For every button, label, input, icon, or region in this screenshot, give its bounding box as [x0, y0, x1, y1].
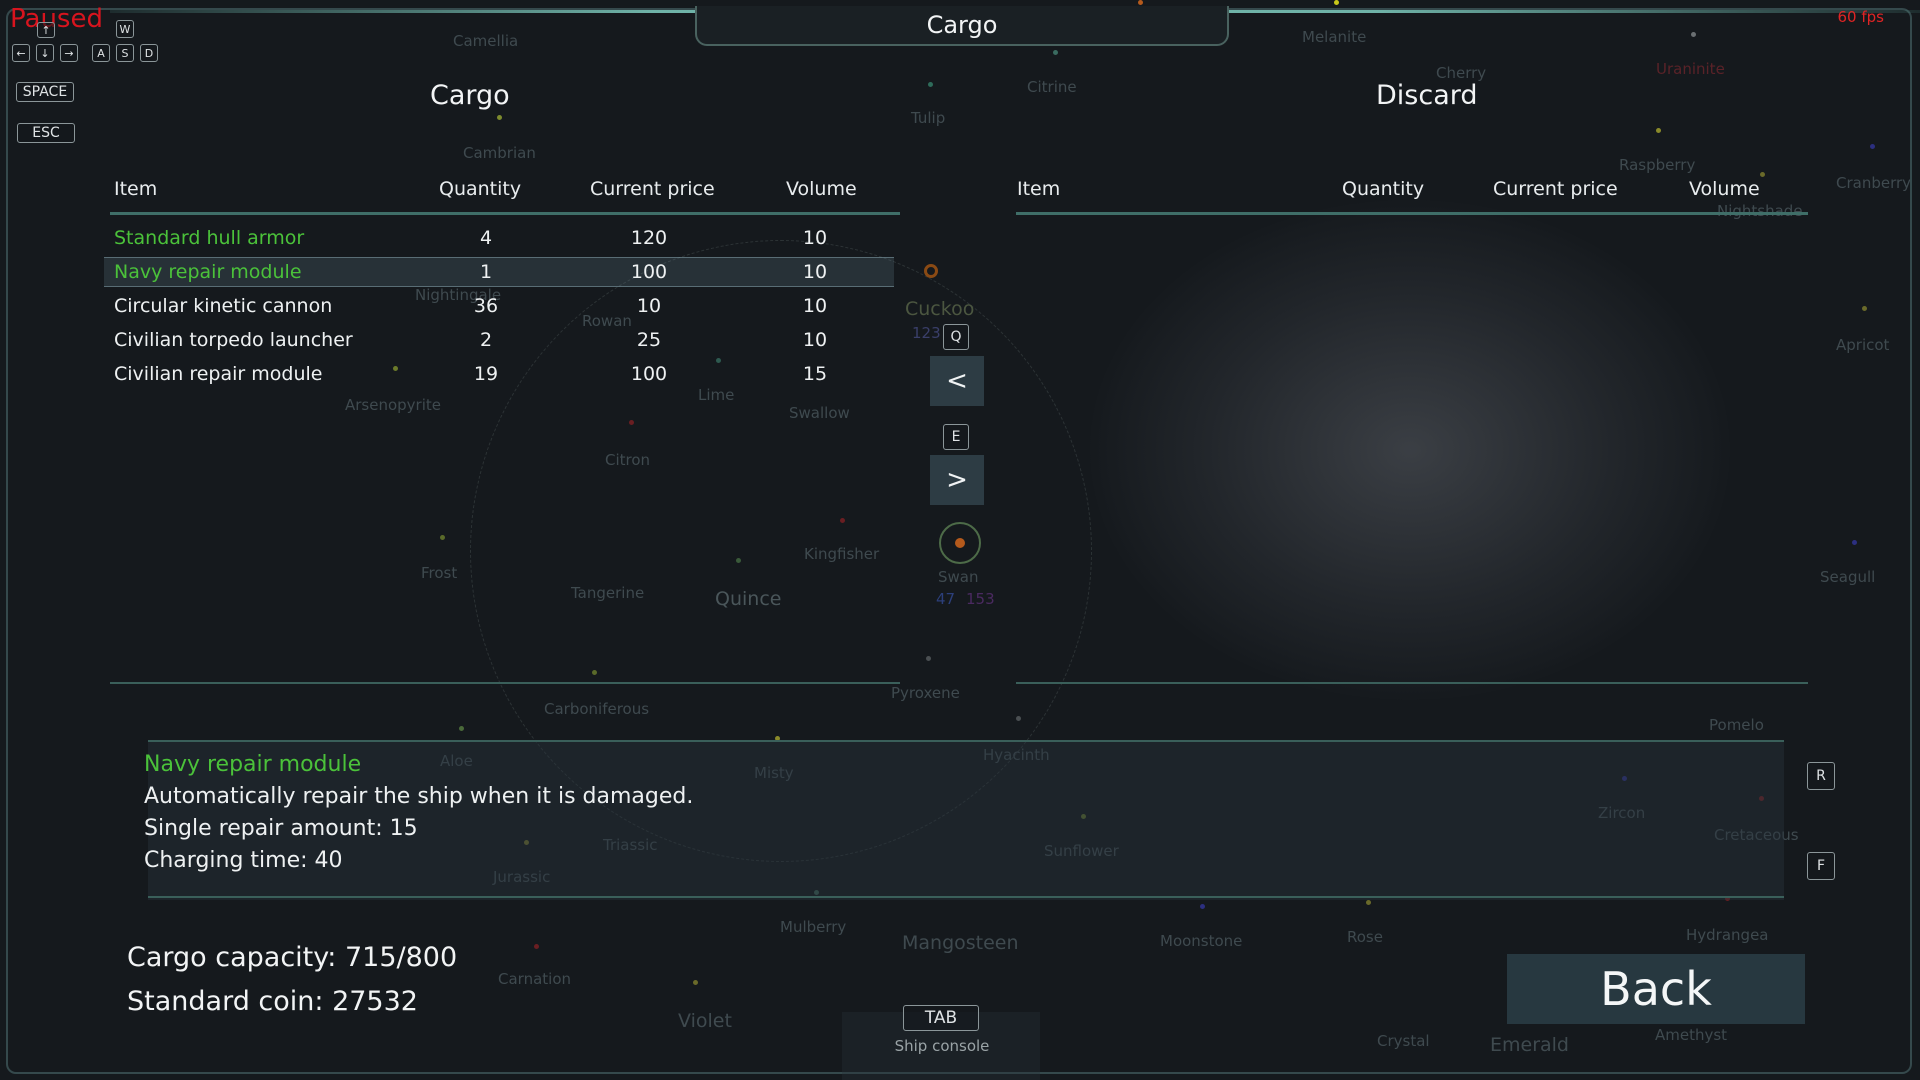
detail-stat-repair: Single repair amount: 15 — [144, 816, 418, 841]
key-up: ↑ — [37, 22, 55, 38]
key-a: A — [92, 44, 110, 62]
cargo-item-price: 10 — [636, 295, 662, 317]
detail-stat-charging: Charging time: 40 — [144, 848, 343, 873]
cargo-col-volume: Volume — [786, 178, 857, 200]
key-e: E — [943, 424, 969, 450]
key-f[interactable]: F — [1807, 852, 1835, 880]
cargo-item-name: Standard hull armor — [114, 227, 305, 249]
discard-col-price: Current price — [1493, 178, 1618, 200]
discard-col-item: Item — [1017, 178, 1061, 200]
map-star — [1138, 0, 1143, 5]
cargo-capacity: Cargo capacity: 715/800 — [127, 942, 458, 973]
key-tab[interactable]: TAB — [903, 1005, 979, 1031]
window-title: Cargo — [695, 6, 1229, 46]
cargo-item-quantity: 4 — [479, 227, 493, 249]
cargo-panel-title: Cargo — [430, 80, 510, 111]
cargo-item-name: Circular kinetic cannon — [114, 295, 333, 317]
cargo-col-item: Item — [114, 178, 158, 200]
cargo-item-quantity: 1 — [479, 261, 493, 283]
cargo-item-quantity: 19 — [473, 363, 499, 385]
discard-bottom-divider — [1016, 682, 1808, 684]
ship-console-label: Ship console — [894, 1037, 990, 1055]
discard-col-volume: Volume — [1689, 178, 1760, 200]
cargo-item-volume: 15 — [802, 363, 828, 385]
standard-coin: Standard coin: 27532 — [127, 986, 418, 1017]
cargo-item-name: Civilian torpedo launcher — [114, 329, 353, 351]
key-w: W — [116, 20, 134, 38]
cargo-row[interactable]: Circular kinetic cannon 36 10 10 — [104, 291, 894, 321]
move-to-discard-button[interactable]: > — [930, 455, 984, 505]
cargo-item-volume: 10 — [802, 295, 828, 317]
screen-frame — [6, 8, 1912, 1074]
key-d: D — [140, 44, 158, 62]
cargo-item-quantity: 36 — [473, 295, 499, 317]
cargo-item-volume: 10 — [802, 329, 828, 351]
cargo-row[interactable]: Standard hull armor 4 120 10 — [104, 223, 894, 253]
map-star — [1334, 0, 1339, 5]
cargo-col-price: Current price — [590, 178, 715, 200]
discard-col-quantity: Quantity — [1342, 178, 1425, 200]
cargo-bottom-divider — [110, 682, 900, 684]
fps-counter: 60 fps — [1837, 8, 1884, 26]
key-down: ↓ — [36, 44, 54, 62]
detail-bottom-divider — [148, 896, 1784, 898]
cargo-item-name: Civilian repair module — [114, 363, 323, 385]
move-to-cargo-button[interactable]: < — [930, 356, 984, 406]
key-esc[interactable]: ESC — [17, 123, 75, 143]
cargo-item-name: Navy repair module — [114, 261, 302, 283]
key-space[interactable]: SPACE — [16, 82, 74, 102]
back-button[interactable]: Back — [1507, 954, 1805, 1024]
detail-description: Automatically repair the ship when it is… — [144, 784, 694, 809]
detail-item-name: Navy repair module — [144, 752, 362, 777]
cargo-item-price: 25 — [636, 329, 662, 351]
discard-panel-title: Discard — [1376, 80, 1478, 111]
key-q: Q — [943, 324, 969, 350]
cargo-item-volume: 10 — [802, 261, 828, 283]
cargo-col-quantity: Quantity — [439, 178, 522, 200]
cargo-item-volume: 10 — [802, 227, 828, 249]
key-s: S — [116, 44, 134, 62]
cargo-item-price: 100 — [630, 363, 668, 385]
paused-label: Paused — [10, 4, 103, 34]
cargo-item-price: 100 — [630, 261, 668, 283]
key-left: ← — [12, 44, 30, 62]
cargo-item-quantity: 2 — [479, 329, 493, 351]
cargo-row[interactable]: Civilian torpedo launcher 2 25 10 — [104, 325, 894, 355]
key-right: → — [60, 44, 78, 62]
cargo-row-selected[interactable]: Navy repair module 1 100 10 — [104, 257, 894, 287]
key-r[interactable]: R — [1807, 762, 1835, 790]
cargo-header-divider — [110, 212, 900, 215]
discard-header-divider — [1016, 212, 1808, 215]
cargo-item-price: 120 — [630, 227, 668, 249]
cargo-row[interactable]: Civilian repair module 19 100 15 — [104, 359, 894, 389]
